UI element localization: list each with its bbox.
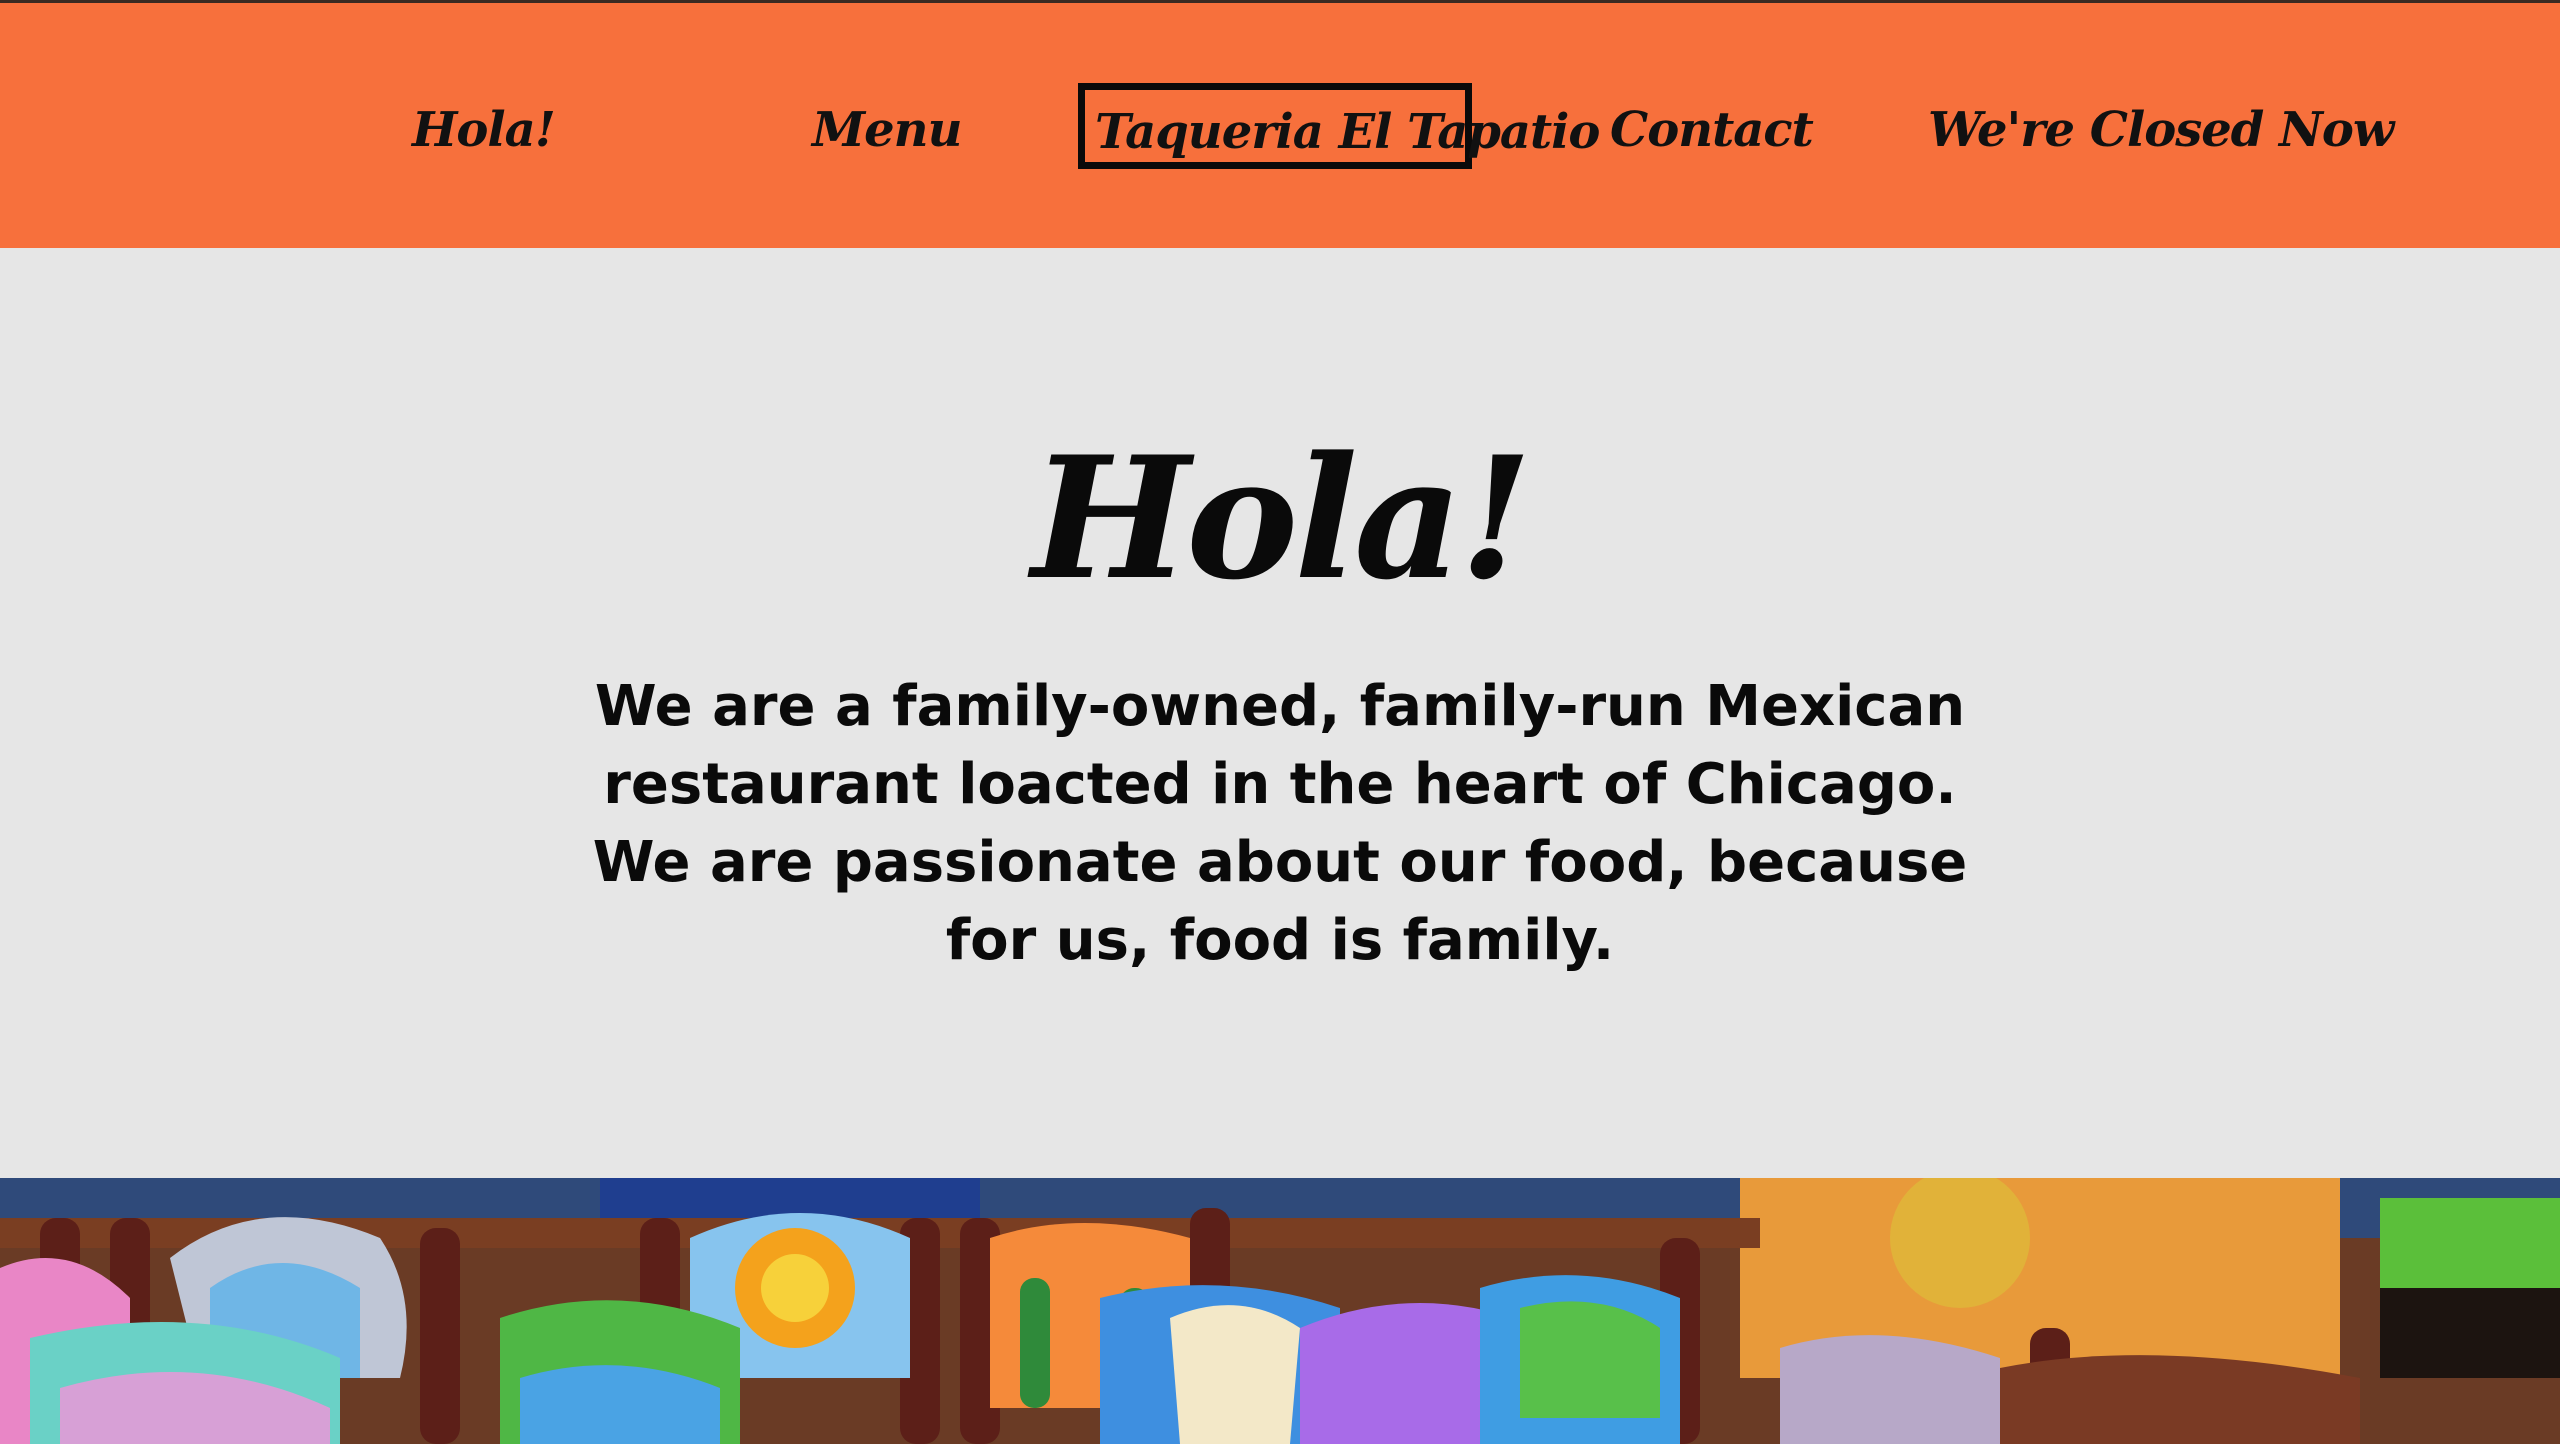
hero-section: Hola! We are a family-owned, family-run … [0, 248, 2560, 1178]
restaurant-interior-photo [0, 1178, 2560, 1444]
nav-link-hola[interactable]: Hola! [412, 95, 556, 165]
top-navigation-bar: Hola! Menu Taqueria El Tapatio Contact W… [0, 0, 2560, 248]
hero-description: We are a family-owned, family-run Mexica… [592, 674, 1968, 973]
nav-link-contact[interactable]: Contact [1610, 95, 1814, 165]
colorful-chairs-image [0, 1178, 2560, 1444]
hero-title: Hola! [1031, 419, 1532, 617]
nav-link-closed-status[interactable]: We're Closed Now [1928, 95, 2394, 165]
nav-link-menu[interactable]: Menu [812, 95, 962, 165]
nav-brand-logo-link[interactable]: Taqueria El Tapatio [1078, 83, 1600, 169]
